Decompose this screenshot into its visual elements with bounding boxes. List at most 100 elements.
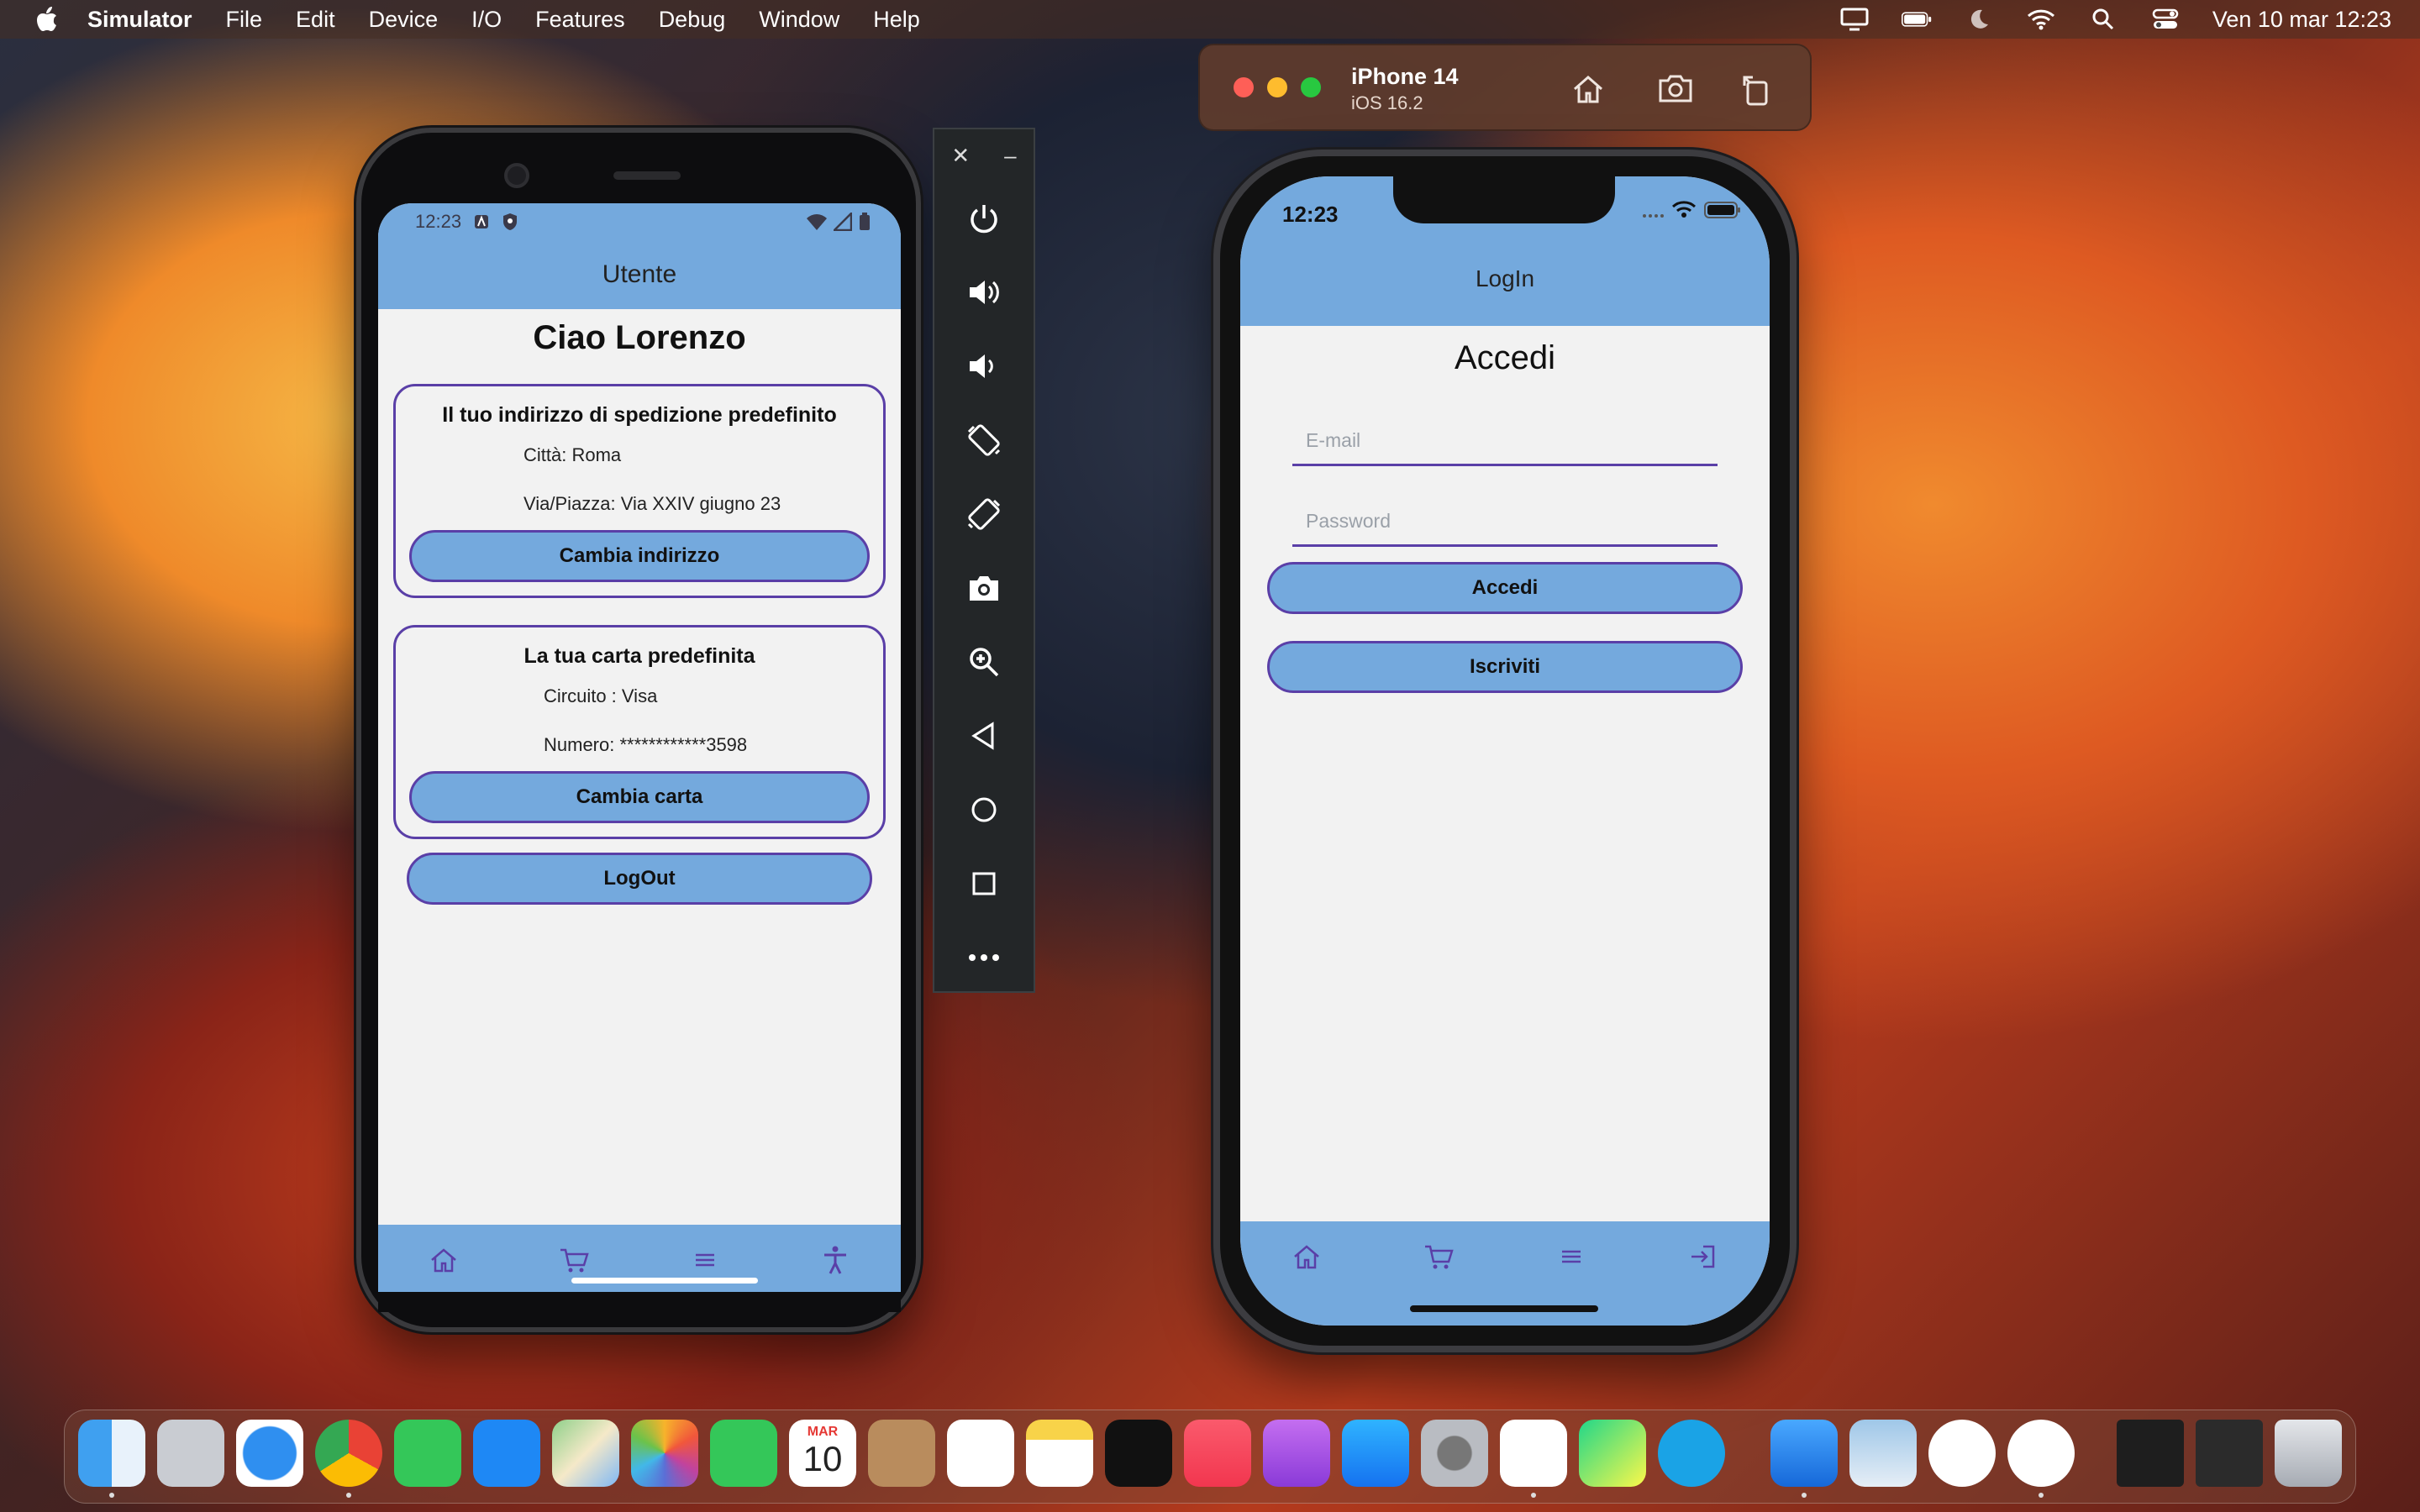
safari-icon[interactable] bbox=[236, 1420, 303, 1487]
iphone-screen: 12:23 LogIn Accedi E-mail Password Acced… bbox=[1240, 176, 1770, 1326]
calendar-icon[interactable]: MAR 10 bbox=[789, 1420, 856, 1487]
login-icon[interactable] bbox=[1686, 1240, 1720, 1273]
email-field[interactable]: E-mail bbox=[1292, 421, 1718, 466]
reminders-icon[interactable] bbox=[947, 1420, 1014, 1487]
console-window-icon[interactable] bbox=[2196, 1420, 2263, 1487]
spotlight-search-icon[interactable] bbox=[2088, 7, 2118, 32]
skype-icon[interactable] bbox=[1658, 1420, 1725, 1487]
preview-icon[interactable] bbox=[1849, 1420, 1917, 1487]
photos-icon[interactable] bbox=[631, 1420, 698, 1487]
notes-icon[interactable] bbox=[1026, 1420, 1093, 1487]
front-camera bbox=[504, 163, 529, 188]
volume-down-button[interactable] bbox=[934, 329, 1034, 403]
volume-up-button[interactable] bbox=[934, 255, 1034, 329]
volume-up-icon bbox=[970, 281, 999, 304]
iphone-wifi-icon bbox=[1672, 201, 1696, 218]
app-store-icon[interactable] bbox=[1342, 1420, 1409, 1487]
password-field[interactable]: Password bbox=[1292, 501, 1718, 547]
signup-button[interactable]: Iscriviti bbox=[1267, 641, 1743, 693]
menu-features[interactable]: Features bbox=[535, 7, 625, 33]
facetime-icon[interactable] bbox=[710, 1420, 777, 1487]
emulator-close-button[interactable]: ✕ bbox=[951, 143, 970, 169]
power-icon bbox=[971, 205, 997, 234]
window-close-button[interactable] bbox=[1234, 77, 1254, 97]
android-battery-icon bbox=[860, 213, 870, 230]
rotate-device-icon[interactable] bbox=[1738, 71, 1775, 108]
menubar-clock[interactable]: Ven 10 mar 12:23 bbox=[2212, 7, 2391, 33]
terminal-window-icon[interactable] bbox=[2117, 1420, 2184, 1487]
apple-tv-icon[interactable] bbox=[1105, 1420, 1172, 1487]
menu-app-name[interactable]: Simulator bbox=[87, 7, 192, 33]
menu-window[interactable]: Window bbox=[759, 7, 839, 33]
dock-running-indicator bbox=[1802, 1493, 1807, 1498]
mail-icon[interactable] bbox=[473, 1420, 540, 1487]
emulator-minimize-button[interactable]: – bbox=[1004, 143, 1016, 169]
iphone-home-indicator[interactable] bbox=[1410, 1305, 1598, 1312]
music-icon[interactable] bbox=[1184, 1420, 1251, 1487]
rotate-right-button[interactable] bbox=[934, 477, 1034, 551]
wifi-icon[interactable] bbox=[2026, 7, 2056, 32]
dynamic-notch bbox=[1393, 176, 1615, 223]
contacts-icon[interactable] bbox=[868, 1420, 935, 1487]
menu-icon[interactable] bbox=[688, 1243, 722, 1277]
iphone-nav-header: 12:23 LogIn bbox=[1240, 176, 1770, 326]
messages-icon[interactable] bbox=[394, 1420, 461, 1487]
payment-circuit: Circuito : Visa bbox=[544, 685, 658, 706]
menu-help[interactable]: Help bbox=[873, 7, 920, 33]
menu-io[interactable]: I/O bbox=[471, 7, 502, 33]
vscode-icon[interactable] bbox=[1500, 1420, 1567, 1487]
chrome-icon[interactable] bbox=[315, 1420, 382, 1487]
control-center-icon[interactable] bbox=[2150, 7, 2181, 32]
overview-button[interactable] bbox=[934, 847, 1034, 921]
zoom-button[interactable] bbox=[934, 625, 1034, 699]
zoom-icon bbox=[970, 648, 999, 677]
accessibility-icon[interactable] bbox=[818, 1243, 852, 1277]
apple-menu-icon[interactable] bbox=[25, 0, 69, 39]
window-minimize-button[interactable] bbox=[1267, 77, 1287, 97]
screenshot-button[interactable] bbox=[934, 551, 1034, 625]
menu-edit[interactable]: Edit bbox=[296, 7, 335, 33]
menu-device[interactable]: Device bbox=[369, 7, 439, 33]
home-icon[interactable] bbox=[1290, 1240, 1323, 1273]
android-home-indicator[interactable] bbox=[571, 1278, 758, 1284]
change-address-button[interactable]: Cambia indirizzo bbox=[409, 530, 870, 582]
cart-icon[interactable] bbox=[1422, 1240, 1455, 1273]
more-button[interactable] bbox=[934, 921, 1034, 995]
iphone-simulator-device: 12:23 LogIn Accedi E-mail Password Acced… bbox=[1213, 150, 1797, 1352]
home-button[interactable] bbox=[934, 773, 1034, 847]
simulator-icon[interactable] bbox=[2007, 1420, 2075, 1487]
system-settings-icon[interactable] bbox=[1421, 1420, 1488, 1487]
menu-debug[interactable]: Debug bbox=[659, 7, 726, 33]
maps-icon[interactable] bbox=[552, 1420, 619, 1487]
finder-icon[interactable] bbox=[78, 1420, 145, 1487]
rotate-right-icon bbox=[967, 498, 1001, 530]
launchpad-icon[interactable] bbox=[157, 1420, 224, 1487]
podcasts-icon[interactable] bbox=[1263, 1420, 1330, 1487]
android-app-bar-title: Utente bbox=[602, 260, 677, 288]
logout-button[interactable]: LogOut bbox=[407, 853, 872, 905]
power-button[interactable] bbox=[934, 181, 1034, 255]
rotate-left-button[interactable] bbox=[934, 403, 1034, 477]
pycharm-icon[interactable] bbox=[1579, 1420, 1646, 1487]
window-zoom-button[interactable] bbox=[1301, 77, 1321, 97]
xcode-icon[interactable] bbox=[1770, 1420, 1838, 1487]
simulator-os-version: iOS 16.2 bbox=[1351, 92, 1423, 113]
simulator-device-name: iPhone 14 bbox=[1351, 64, 1459, 89]
greeting-title: Ciao Lorenzo bbox=[533, 319, 746, 356]
home-icon[interactable] bbox=[427, 1243, 460, 1277]
address-street: Via/Piazza: Via XXIV giugno 23 bbox=[523, 493, 781, 514]
focus-moon-icon[interactable] bbox=[1964, 7, 1994, 32]
menu-icon[interactable] bbox=[1555, 1240, 1588, 1273]
display-icon[interactable] bbox=[1839, 7, 1870, 32]
cart-icon[interactable] bbox=[557, 1243, 591, 1277]
battery-icon[interactable] bbox=[1901, 7, 1932, 32]
back-button[interactable] bbox=[934, 699, 1034, 773]
home-icon[interactable] bbox=[1570, 71, 1607, 108]
screenshot-icon[interactable] bbox=[1657, 71, 1694, 108]
login-button[interactable]: Accedi bbox=[1267, 562, 1743, 614]
android-studio-icon[interactable] bbox=[1928, 1420, 1996, 1487]
android-emulator-device: 12:23 Utente Ciao Lorenzo Il tuo indiriz… bbox=[356, 128, 921, 1332]
menu-file[interactable]: File bbox=[226, 7, 263, 33]
trash-icon[interactable] bbox=[2275, 1420, 2342, 1487]
change-card-button[interactable]: Cambia carta bbox=[409, 771, 870, 823]
